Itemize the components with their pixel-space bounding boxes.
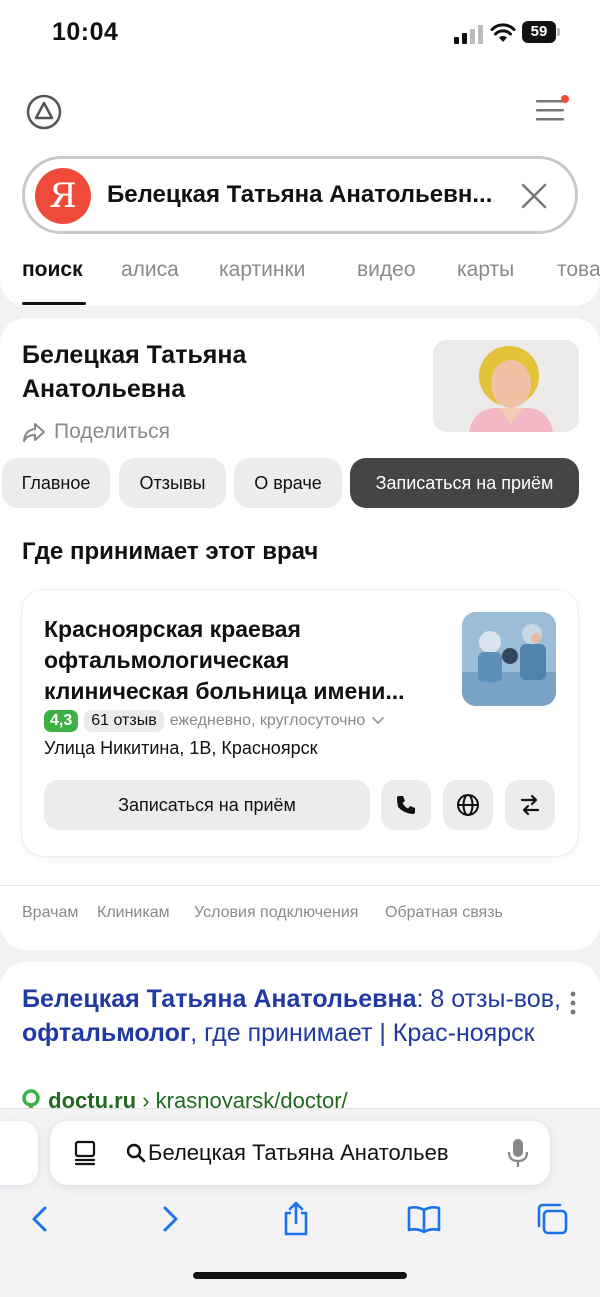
home-indicator[interactable] xyxy=(193,1272,407,1279)
result-title-bold-name: Белецкая Татьяна Анатольевна xyxy=(22,985,417,1013)
chip-about-doctor[interactable]: О враче xyxy=(234,458,342,508)
route-button[interactable] xyxy=(505,780,555,830)
result-title-text-end: , где принимает | Крас-ноярск xyxy=(190,1019,535,1047)
wifi-icon xyxy=(490,23,516,42)
tab-alice[interactable]: алиса xyxy=(121,258,179,282)
footer-link-feedback[interactable]: Обратная связь xyxy=(385,904,503,922)
cellular-signal-icon xyxy=(454,25,483,44)
clear-icon[interactable] xyxy=(519,181,549,211)
forward-button[interactable] xyxy=(148,1197,192,1241)
tab-goods[interactable]: това xyxy=(557,258,600,282)
search-result: Белецкая Татьяна Анатольевна: 8 отзы-вов… xyxy=(0,962,600,1122)
tab-video[interactable]: видео xyxy=(357,258,416,282)
back-button[interactable] xyxy=(18,1197,62,1241)
rating-badge[interactable]: 4,3 xyxy=(44,710,79,732)
tab-maps[interactable]: карты xyxy=(457,258,514,282)
book-appointment-button[interactable]: Записаться на приём xyxy=(44,780,370,830)
doctor-portrait-image xyxy=(433,340,579,432)
globe-icon xyxy=(457,794,479,816)
doctor-card: Белецкая Татьяна Анатольевна Поделиться … xyxy=(0,318,600,950)
tab-search[interactable]: поиск xyxy=(22,258,83,282)
clinic-rating-row: 4,3 61 отзыв ежедневно, круглосуточно xyxy=(44,708,385,734)
doctor-name[interactable]: Белецкая Татьяна Анатольевна xyxy=(22,338,402,406)
clinic-card[interactable]: Красноярская краевая офтальмологическая … xyxy=(22,590,578,856)
clinic-photo[interactable] xyxy=(462,612,556,706)
battery-icon: 59 xyxy=(522,21,560,43)
chip-book-appointment[interactable]: Записаться на приём xyxy=(350,458,579,508)
doctor-photo[interactable] xyxy=(433,340,579,432)
tabs-icon xyxy=(537,1203,568,1235)
book-icon xyxy=(407,1206,441,1234)
share-icon xyxy=(284,1201,308,1236)
search-tabs: поиск алиса картинки видео карты това xyxy=(0,248,600,306)
yandex-logo-icon[interactable]: Я xyxy=(35,168,91,224)
clinic-surgery-image xyxy=(462,612,556,706)
active-tab-indicator xyxy=(22,302,86,305)
route-icon xyxy=(520,794,540,816)
search-input[interactable]: Белецкая Татьяна Анатольевн... xyxy=(107,181,507,209)
bookmarks-button[interactable] xyxy=(402,1197,446,1241)
website-button[interactable] xyxy=(443,780,493,830)
search-box[interactable]: Я Белецкая Татьяна Анатольевн... xyxy=(22,156,578,234)
result-title-link[interactable]: Белецкая Татьяна Анатольевна: 8 отзы-вов… xyxy=(22,982,562,1050)
footer-link-connection-terms[interactable]: Условия подключения xyxy=(194,904,358,922)
status-bar: 10:04 59 xyxy=(0,0,600,70)
doctor-chips: Главное Отзывы О враче Записаться на при… xyxy=(0,458,600,510)
result-title-text: : 8 отзы-вов, xyxy=(416,985,561,1013)
chip-reviews[interactable]: Отзывы xyxy=(119,458,226,508)
page-menu-icon[interactable] xyxy=(72,1139,98,1167)
alice-icon[interactable] xyxy=(26,94,62,130)
battery-level: 59 xyxy=(522,21,556,43)
tab-images[interactable]: картинки xyxy=(219,258,305,282)
previous-tab-preview[interactable] xyxy=(0,1121,38,1185)
share-button[interactable]: Поделиться xyxy=(22,418,170,446)
chevron-right-icon xyxy=(163,1206,178,1232)
footer-links: Врачам Клиникам Условия подключения Обра… xyxy=(0,885,600,950)
footer-link-doctors[interactable]: Врачам xyxy=(22,904,78,922)
menu-icon[interactable] xyxy=(534,94,570,126)
working-hours[interactable]: ежедневно, круглосуточно xyxy=(170,712,366,730)
clinic-address: Улица Никитина, 1В, Красноярск xyxy=(44,738,318,758)
address-bar[interactable]: Белецкая Татьяна Анатольев xyxy=(50,1121,550,1185)
call-button[interactable] xyxy=(381,780,431,830)
phone-icon xyxy=(397,796,415,814)
reviews-count[interactable]: 61 отзыв xyxy=(84,710,164,732)
share-arrow-icon xyxy=(23,423,45,442)
result-title-bold-specialty: офтальмолог xyxy=(22,1019,191,1047)
more-options-icon[interactable] xyxy=(566,990,580,1016)
share-page-button[interactable] xyxy=(274,1197,318,1241)
browser-toolbar: Белецкая Татьяна Анатольев xyxy=(0,1108,600,1297)
tabs-button[interactable] xyxy=(530,1197,574,1241)
section-title: Где принимает этот врач xyxy=(22,538,319,565)
clinic-name[interactable]: Красноярская краевая офтальмологическая … xyxy=(44,614,436,707)
microphone-icon[interactable] xyxy=(506,1137,530,1169)
share-label: Поделиться xyxy=(54,420,170,443)
address-text[interactable]: Белецкая Татьяна Анатольев xyxy=(148,1140,488,1166)
chevron-down-icon[interactable] xyxy=(371,716,385,726)
status-time: 10:04 xyxy=(52,18,119,46)
chevron-left-icon xyxy=(32,1206,47,1232)
search-header: Я Белецкая Татьяна Анатольевн... поиск а… xyxy=(0,70,600,306)
chip-main[interactable]: Главное xyxy=(2,458,110,508)
search-icon xyxy=(126,1143,146,1163)
footer-link-clinics[interactable]: Клиникам xyxy=(97,904,170,922)
